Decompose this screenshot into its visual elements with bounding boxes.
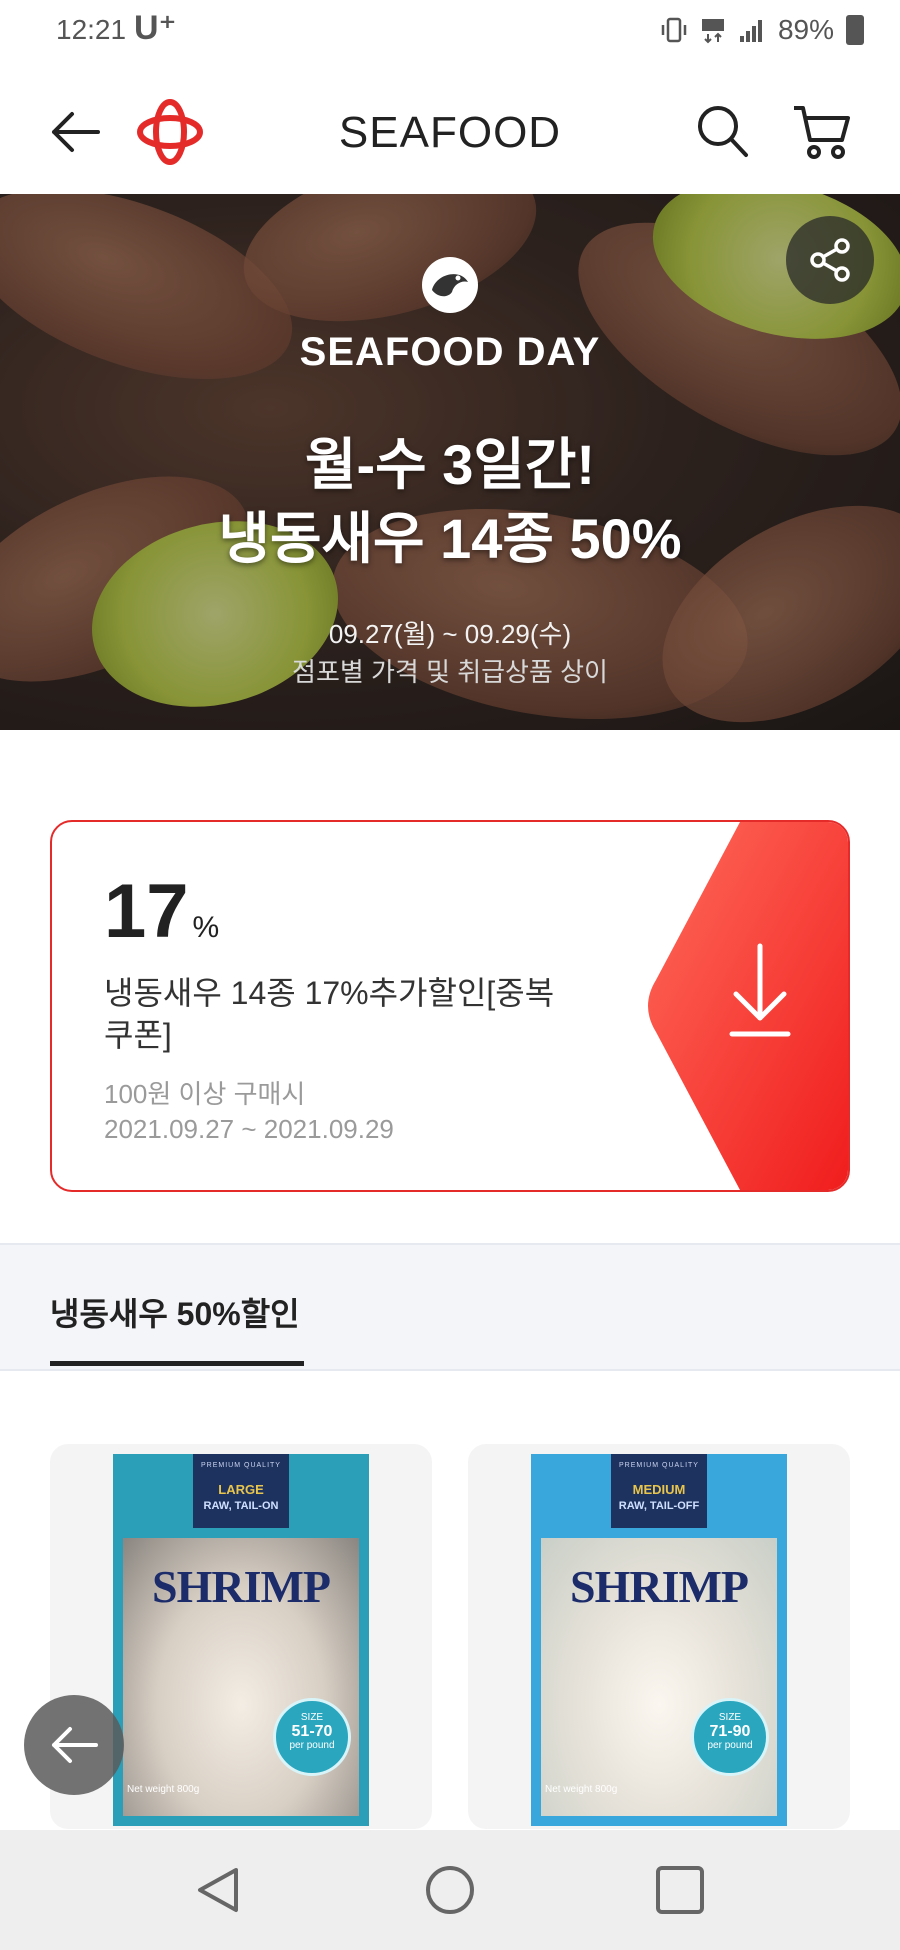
package-quality-label: PREMIUM QUALITY [619,1462,699,1469]
vibrate-icon [661,17,687,43]
product-image: PREMIUM QUALITY MEDIUM RAW, TAIL-OFF SHR… [531,1454,787,1826]
hero-headline-1: 월-수 3일간! [304,433,596,496]
floating-back-button[interactable] [24,1695,124,1795]
lte-icon [701,19,724,44]
tab-active-indicator [50,1361,304,1366]
app-header: SEAFOOD [0,68,900,194]
hero-brand: SEAFOOD DAY [299,330,601,374]
seafood-day-logo-icon [422,257,478,313]
status-icons: 89% [660,14,864,46]
badge-title: SIZE [718,1712,742,1723]
battery-percent: 89% [777,14,834,45]
battery-icon [846,15,864,45]
hero-headline-2: 냉동새우 14종 50% [218,507,682,570]
coupon-download-button[interactable] [640,822,850,1190]
share-icon [810,238,850,282]
coupon-percent-value: 17 [104,869,189,954]
status-time: 12:21 [56,14,127,45]
share-button[interactable] [786,216,874,304]
hero-dates: 09.27(월) ~ 09.29(수) [328,619,572,649]
cart-icon[interactable] [790,100,852,162]
nav-back-icon[interactable] [192,1864,244,1916]
system-navigation-bar [0,1830,900,1950]
coupon-percent: 17% [104,868,219,955]
package-product-name: SHRIMP [152,1561,331,1612]
floating-back-icon [52,1727,98,1763]
badge-count: 71-90 [709,1723,751,1740]
coupon-period: 2021.09.27 ~ 2021.09.29 [104,1114,394,1144]
product-image: PREMIUM QUALITY LARGE RAW, TAIL-ON SHRIM… [113,1454,369,1826]
package-product-name: SHRIMP [570,1561,749,1612]
nav-home-icon[interactable] [424,1864,476,1916]
package-net-weight: Net weight 800g [127,1784,200,1795]
package-size-label: MEDIUM [632,1482,686,1497]
coupon-percent-unit: % [192,911,220,944]
coupon-card[interactable]: 17% 냉동새우 14종 17%추가할인[중복 쿠폰] 100원 이상 구매시 … [50,820,850,1192]
badge-unit: per pound [707,1740,753,1751]
nav-recents-icon[interactable] [654,1864,706,1916]
coupon-description-line2: 쿠폰] [104,1017,172,1053]
search-icon[interactable] [694,102,750,160]
package-quality-label: PREMIUM QUALITY [201,1462,281,1469]
badge-unit: per pound [289,1740,335,1751]
package-net-weight: Net weight 800g [545,1784,618,1795]
package-size-badge: SIZE 71-90 per pound [691,1698,769,1776]
package-style-label: RAW, TAIL-OFF [618,1500,700,1512]
status-bar: 12:21 U⁺ 89% [0,0,900,68]
tab-frozen-shrimp[interactable]: 냉동새우 50%할인 [50,1289,300,1335]
coupon-description-line1: 냉동새우 14종 17%추가할인[중복 [104,975,555,1011]
badge-title: SIZE [300,1712,324,1723]
hero-banner[interactable]: SEAFOOD DAY 월-수 3일간! 냉동새우 14종 50% 09.27(… [0,194,900,730]
signal-icon [739,20,762,42]
page-title: SEAFOOD [338,108,562,157]
package-size-label: LARGE [218,1482,264,1497]
category-tabbar: 냉동새우 50%할인 [0,1245,900,1369]
badge-count: 51-70 [291,1723,333,1740]
product-card[interactable]: PREMIUM QUALITY MEDIUM RAW, TAIL-OFF SHR… [468,1444,850,1829]
hero-note: 점포별 가격 및 취급상품 상이 [292,657,608,687]
coupon-condition: 100원 이상 구매시 [104,1079,306,1109]
package-style-label: RAW, TAIL-ON [203,1500,279,1512]
carrier-label: U⁺ [134,9,177,47]
section-divider [0,1369,900,1371]
package-size-badge: SIZE 51-70 per pound [273,1698,351,1776]
